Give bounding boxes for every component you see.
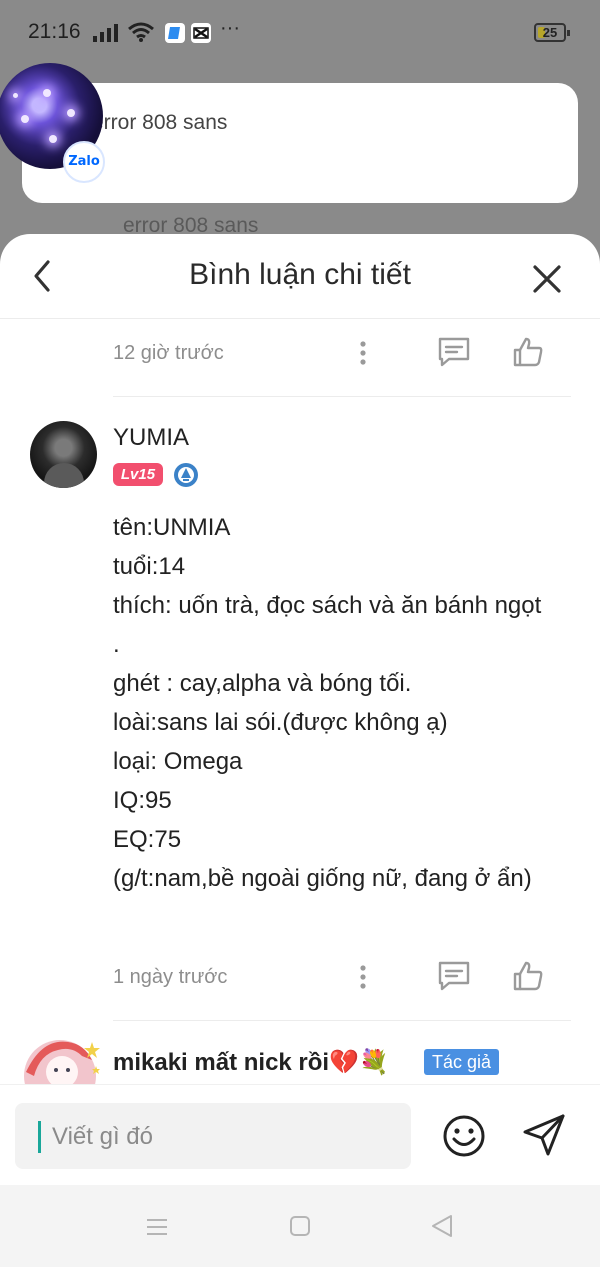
divider — [113, 1020, 571, 1021]
comment-line: loài:sans lai sói.(được không ạ) — [113, 709, 448, 736]
wifi-icon — [128, 22, 154, 42]
sheet-title: Bình luận chi tiết — [189, 258, 411, 291]
comment-input-bar: Viết gì đó — [0, 1084, 600, 1186]
comment-line: (g/t:nam,bề ngoài giống nữ, đang ở ẩn) — [113, 865, 532, 892]
system-back-icon[interactable] — [430, 1213, 454, 1239]
next-commenter-name[interactable]: mikaki mất nick rồi💔💐 — [113, 1048, 389, 1077]
zalo-app-icon: Zalo — [63, 141, 105, 183]
comment-line: IQ:95 — [113, 787, 172, 814]
more-options-icon[interactable] — [353, 338, 373, 368]
sheet-header: Bình luận chi tiết — [0, 234, 600, 319]
level-badge: Lv15 — [113, 463, 163, 486]
commenter-name[interactable]: YUMIA — [113, 424, 189, 452]
status-bar: 21:16 ··· 25 — [0, 0, 600, 64]
capcut-icon — [191, 23, 211, 43]
input-placeholder: Viết gì đó — [52, 1123, 153, 1150]
battery-text: 25 — [542, 25, 558, 40]
previous-comment-actions: 12 giờ trước — [113, 334, 573, 374]
reply-icon[interactable] — [437, 336, 471, 368]
verified-badge-icon — [174, 463, 198, 487]
comment-line: loại: Omega — [113, 748, 243, 775]
battery-icon: 25 — [534, 23, 570, 42]
home-icon[interactable] — [289, 1215, 311, 1237]
text-cursor — [38, 1121, 41, 1153]
more-options-icon[interactable] — [353, 962, 373, 992]
comment-line: ghét : cay,alpha và bóng tối. — [113, 670, 412, 697]
like-icon[interactable] — [512, 960, 544, 992]
send-icon[interactable] — [521, 1112, 567, 1158]
comment-time: 1 ngày trước — [113, 966, 228, 988]
comment-time: 12 giờ trước — [113, 342, 224, 364]
comment-text: tên:UNMIA tuổi:14 thích: uốn trà, đọc sá… — [113, 508, 553, 898]
divider — [113, 396, 571, 397]
next-commenter-avatar[interactable] — [22, 1036, 104, 1086]
battery-tip — [567, 30, 570, 36]
comment-line: thích: uốn trà, đọc sách và ăn bánh ngọt… — [113, 592, 548, 658]
comment-line: tên:UNMIA — [113, 514, 231, 541]
comment-line: tuổi:14 — [113, 553, 186, 580]
app-notification-icon — [165, 23, 185, 43]
author-badge: Tác giả — [424, 1049, 500, 1075]
comment-line: EQ:75 — [113, 826, 182, 853]
commenter-avatar[interactable] — [30, 421, 97, 488]
emoji-icon[interactable] — [442, 1114, 486, 1158]
comment-detail-sheet: Bình luận chi tiết 12 giờ trước YUMIA Lv… — [0, 234, 600, 1267]
status-time: 21:16 — [28, 20, 81, 43]
signal-icon — [93, 24, 118, 42]
more-notifications-icon: ··· — [220, 17, 240, 39]
comment-input[interactable]: Viết gì đó — [15, 1103, 411, 1169]
notification-banner[interactable]: error 808 sans — [22, 83, 578, 203]
close-icon[interactable] — [528, 260, 566, 298]
recent-apps-icon[interactable] — [145, 1217, 169, 1237]
notification-text: error 808 sans — [92, 111, 228, 134]
system-nav-bar — [0, 1185, 600, 1267]
comment-actions: 1 ngày trước — [113, 958, 573, 998]
zalo-label: Zalo — [68, 154, 100, 169]
like-icon[interactable] — [512, 336, 544, 368]
reply-icon[interactable] — [437, 960, 471, 992]
